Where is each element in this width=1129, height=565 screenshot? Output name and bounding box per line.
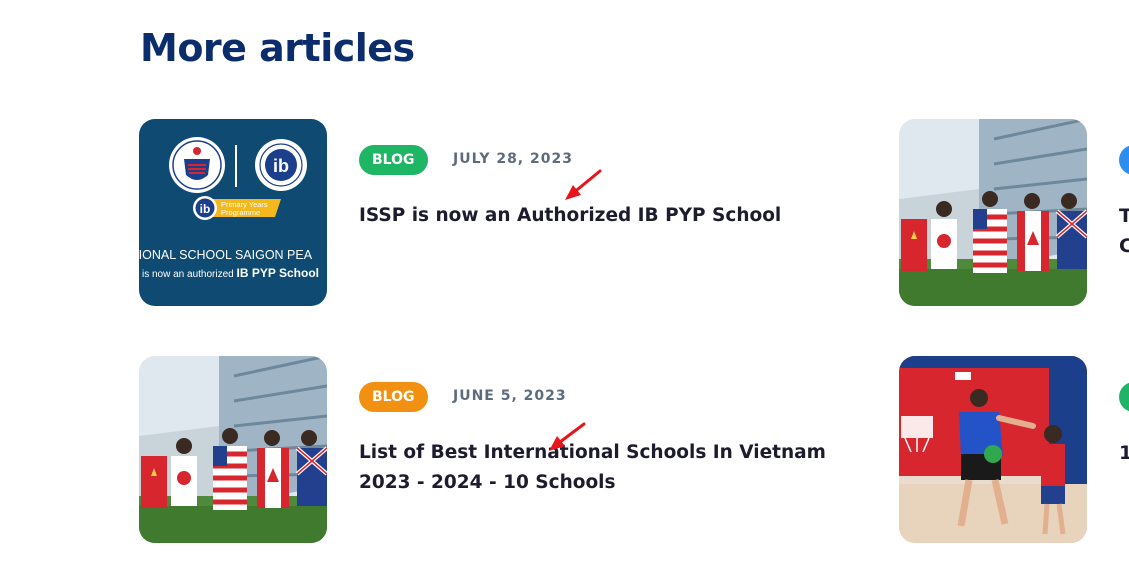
article-1-thumbnail[interactable]: ib ib Primary Years Programme TIONAL SCH…: [139, 119, 327, 306]
article-title-link[interactable]: ISSP is now an Authorized IB PYP School: [359, 201, 859, 231]
article-title-link[interactable]: T: [1119, 201, 1129, 231]
article-title-link[interactable]: 1: [1119, 438, 1129, 468]
section-heading: More articles: [140, 26, 415, 70]
article-2-thumbnail[interactable]: [139, 356, 327, 543]
svg-text:Programme: Programme: [221, 208, 260, 217]
students-with-flags-image: [139, 356, 327, 543]
right-article-2-thumbnail[interactable]: [899, 356, 1087, 543]
article-title-link[interactable]: List of Best International Schools In Vi…: [359, 438, 859, 498]
annotation-arrow-icon: [565, 169, 602, 200]
svg-text:TIONAL SCHOOL SAIGON PEA: TIONAL SCHOOL SAIGON PEA: [139, 248, 313, 262]
article-date: JULY 28, 2023: [453, 151, 573, 167]
article-date: JUNE 5, 2023: [453, 388, 567, 404]
students-with-flags-image: [899, 119, 1087, 306]
right-article-1-thumbnail[interactable]: [899, 119, 1087, 306]
annotation-arrow-icon: [549, 422, 586, 451]
ib-pyp-announcement-image: ib ib Primary Years Programme TIONAL SCH…: [139, 119, 327, 306]
category-badge[interactable]: BLOG: [359, 145, 428, 175]
article-title-link[interactable]: C: [1119, 231, 1129, 261]
coach-and-child-basketball-image: [899, 356, 1087, 543]
svg-text:is now an authorized IB PYP Sc: is now an authorized IB PYP School: [142, 266, 319, 280]
category-badge[interactable]: [1119, 382, 1129, 412]
svg-text:ib: ib: [200, 202, 211, 216]
category-badge[interactable]: BLOG: [359, 382, 428, 412]
svg-text:ib: ib: [273, 156, 289, 176]
category-badge[interactable]: [1119, 145, 1129, 175]
